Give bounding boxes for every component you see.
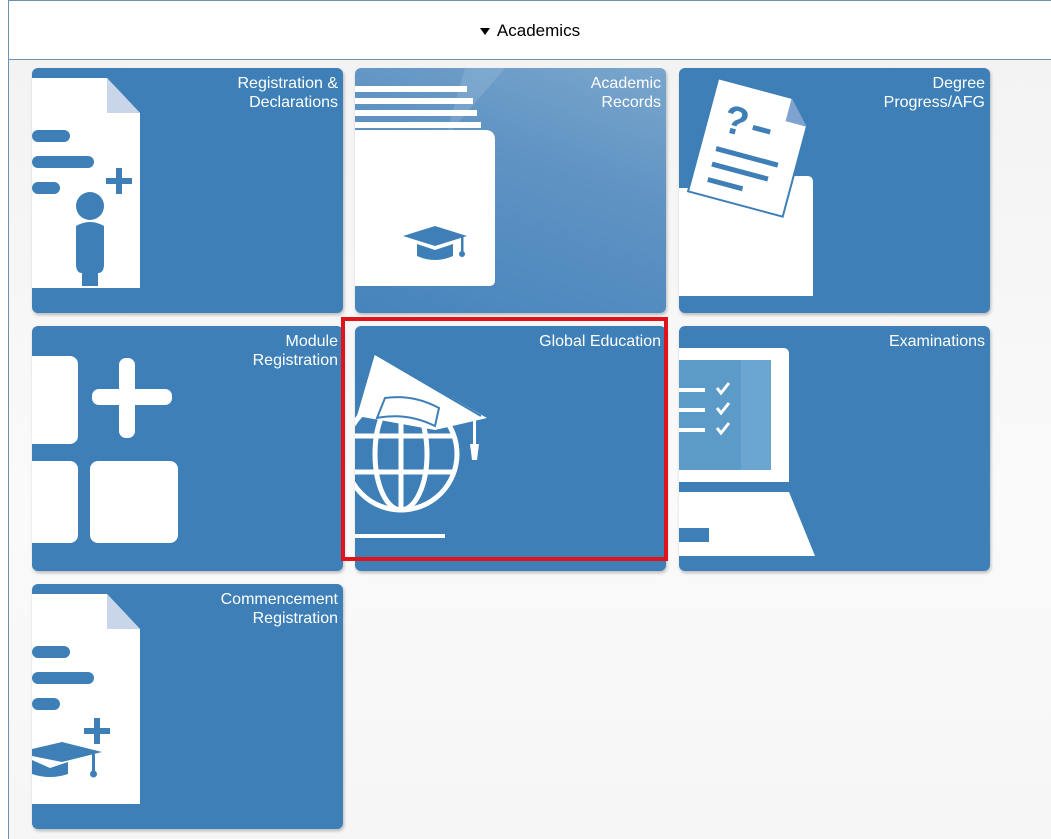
tile-label: Global Education	[539, 333, 661, 350]
tile-registration-declarations[interactable]: Registration & Declarations	[32, 68, 343, 313]
tile-academic-records[interactable]: Academic Records	[355, 68, 666, 313]
tile-global-education[interactable]: Global Education	[355, 326, 666, 571]
tile-module-registration[interactable]: Module Registration	[32, 326, 343, 571]
tile-degree-progress[interactable]: ? Degree Progress/AFG	[679, 68, 990, 313]
section-toggle[interactable]: Academics	[9, 1, 1051, 61]
tile-label: Module Registration	[252, 333, 338, 369]
tile-label: Commencement Registration	[220, 591, 338, 627]
section-header: Academics	[8, 0, 1051, 60]
caret-down-icon	[479, 28, 490, 35]
tile-examinations[interactable]: Examinations	[679, 326, 990, 571]
tile-label: Academic Records	[590, 75, 661, 111]
tile-label: Registration & Declarations	[237, 75, 339, 111]
tile-label: Examinations	[888, 333, 985, 350]
tile-commencement-registration[interactable]: Commencement Registration	[32, 584, 343, 829]
tile-label: Degree Progress/AFG	[883, 75, 985, 111]
globe-graduation-cap-icon	[355, 353, 487, 538]
monitor-checklist-icon	[679, 348, 815, 556]
section-title: Academics	[496, 21, 581, 40]
